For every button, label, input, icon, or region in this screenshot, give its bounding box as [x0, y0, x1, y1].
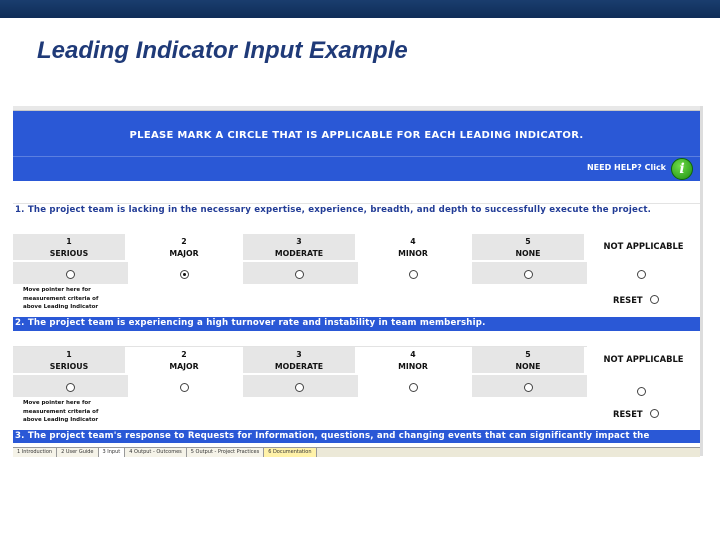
q2-reset-radio[interactable] — [649, 409, 659, 418]
q2-radio-major[interactable] — [180, 383, 189, 392]
option-3-header: 3 MODERATE — [243, 234, 355, 260]
question-1-radio-row — [13, 262, 700, 284]
slide-top-bar — [0, 0, 720, 18]
tab-output-project-practices[interactable]: 5 Output - Project Practices — [186, 448, 265, 457]
sheet-tab-bar: 1 Introduction 2 User Guide 3 Input 4 Outpu… — [13, 447, 700, 457]
q2-not-applicable-header: NOT APPLICABLE — [587, 346, 700, 372]
q1-radio-moderate[interactable] — [295, 270, 304, 279]
slide-title: Leading Indicator Input Example — [37, 37, 408, 64]
q2-option-5-header: 5 NONE — [472, 347, 584, 373]
q2-radio-not-applicable[interactable] — [637, 387, 646, 396]
help-text: NEED HELP? Click — [586, 163, 666, 172]
q2-option-3-header: 3 MODERATE — [243, 347, 355, 373]
q2-option-4-header: 4 MINOR — [357, 347, 469, 373]
question-1-text: 1. The project team is lacking in the ne… — [13, 204, 700, 217]
question-2-radio-row — [13, 375, 700, 397]
instruction-banner: PLEASE MARK A CIRCLE THAT IS APPLICABLE … — [13, 111, 700, 156]
vertical-scrollbar[interactable] — [700, 106, 703, 456]
q1-radio-serious[interactable] — [66, 270, 75, 279]
q2-reset[interactable]: RESET — [613, 408, 659, 419]
q2-option-2-header: 2 MAJOR — [128, 347, 240, 373]
q1-radio-none[interactable] — [524, 270, 533, 279]
q2-radio-minor[interactable] — [409, 383, 418, 392]
help-row: NEED HELP? Click i — [13, 156, 700, 181]
question-2-text: 2. The project team is experiencing a hi… — [13, 317, 700, 331]
q1-criteria-hover-area[interactable]: Move pointer here for measurement criteri… — [23, 286, 133, 313]
tab-input[interactable]: 3 Input — [98, 448, 126, 457]
q1-radio-not-applicable[interactable] — [637, 270, 646, 279]
spreadsheet-view: PLEASE MARK A CIRCLE THAT IS APPLICABLE … — [13, 106, 700, 456]
tab-output-outcomes[interactable]: 4 Output - Outcomes — [125, 448, 187, 457]
q2-radio-serious[interactable] — [66, 383, 75, 392]
q1-reset-radio[interactable] — [649, 295, 659, 304]
q1-radio-minor[interactable] — [409, 270, 418, 279]
info-icon[interactable]: i — [671, 158, 693, 180]
option-2-header: 2 MAJOR — [128, 234, 240, 260]
q2-radio-none[interactable] — [524, 383, 533, 392]
not-applicable-header: NOT APPLICABLE — [587, 233, 700, 259]
q2-option-1-header: 1 SERIOUS — [13, 347, 125, 373]
blank-row — [13, 181, 700, 204]
tab-user-guide[interactable]: 2 User Guide — [57, 448, 99, 457]
option-1-header: 1 SERIOUS — [13, 234, 125, 260]
question-3-text: 3. The project team's response to Reques… — [13, 430, 700, 443]
q2-radio-moderate[interactable] — [295, 383, 304, 392]
tab-documentation[interactable]: 6 Documentation — [264, 448, 317, 457]
q2-criteria-hover-area[interactable]: Move pointer here for measurement criteri… — [23, 399, 133, 426]
tab-introduction[interactable]: 1 Introduction — [13, 448, 58, 457]
option-4-header: 4 MINOR — [357, 234, 469, 260]
q1-reset[interactable]: RESET — [613, 294, 659, 305]
q1-radio-major[interactable] — [180, 270, 189, 279]
option-5-header: 5 NONE — [472, 234, 584, 260]
